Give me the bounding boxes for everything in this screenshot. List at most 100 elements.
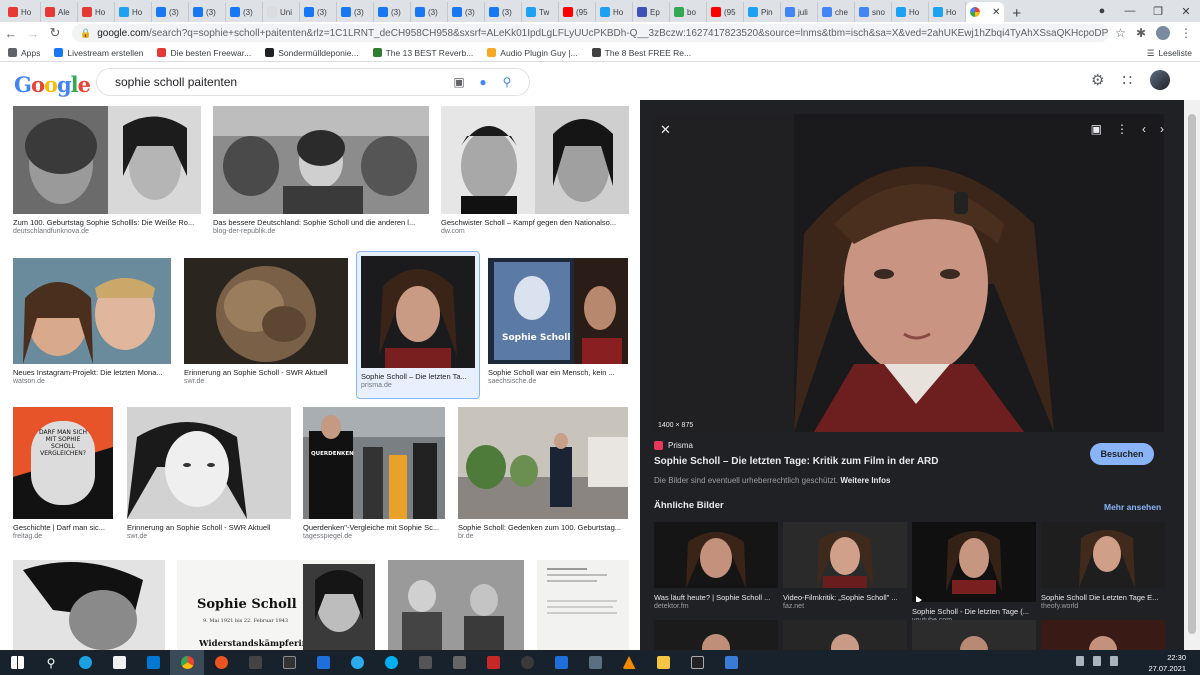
xbox-app-icon[interactable]: [510, 650, 544, 675]
bookmark-item[interactable]: The 13 BEST Reverb...: [372, 48, 473, 58]
windows-start-icon[interactable]: [0, 650, 34, 675]
tab-active[interactable]: ✕: [966, 2, 1005, 22]
inkscape-icon[interactable]: [238, 650, 272, 675]
tab-3[interactable]: Ho: [115, 2, 152, 22]
result-card[interactable]: Zum 100. Geburtstag Sophie Schollls: Die…: [13, 106, 201, 246]
live-app-icon[interactable]: [272, 650, 306, 675]
store-icon[interactable]: [102, 650, 136, 675]
skype-icon[interactable]: [374, 650, 408, 675]
result-card-selected[interactable]: Sophie Scholl – Die letzten Ta... prisma…: [356, 251, 480, 399]
window-app-icon[interactable]: [544, 650, 578, 675]
result-card[interactable]: Sophie Scholl 9. Mai 1921 bis 22. Februa…: [177, 560, 375, 650]
result-card[interactable]: Das bessere Deutschland: Sophie Scholl u…: [213, 106, 429, 246]
previous-image-icon[interactable]: ‹: [1142, 122, 1146, 136]
telegram-icon[interactable]: [340, 650, 374, 675]
result-card[interactable]: Neues Instagram-Projekt: Die letzten Mon…: [13, 258, 171, 398]
result-card[interactable]: Geschwister Scholl – Kampf gegen den Nat…: [441, 106, 629, 246]
account-avatar[interactable]: [1150, 70, 1170, 90]
result-card[interactable]: [13, 560, 165, 650]
tab-10[interactable]: (3): [374, 2, 411, 22]
result-card[interactable]: [388, 560, 524, 650]
tab-15[interactable]: (95: [559, 2, 596, 22]
notes-app-icon[interactable]: [578, 650, 612, 675]
result-card[interactable]: Sophie Scholl: Gedenken zum 100. Geburts…: [458, 407, 628, 547]
maximize-icon[interactable]: ❐: [1144, 5, 1172, 18]
bookmark-item[interactable]: Audio Plugin Guy |...: [487, 48, 578, 58]
more-info-link[interactable]: Weitere Infos: [840, 476, 890, 485]
tab-8[interactable]: (3): [300, 2, 337, 22]
camera-search-icon[interactable]: ▣: [447, 75, 471, 89]
more-options-icon[interactable]: ⋮: [1116, 122, 1128, 136]
bookmark-star-icon[interactable]: ☆: [1115, 26, 1126, 40]
tab-23[interactable]: sno: [855, 2, 892, 22]
similar-image-card[interactable]: [1041, 620, 1165, 650]
preview-title[interactable]: Sophie Scholl – Die letzten Tage: Kritik…: [654, 456, 938, 467]
profile-avatar[interactable]: [1156, 26, 1170, 40]
tab-9[interactable]: (3): [337, 2, 374, 22]
tab-22[interactable]: che: [818, 2, 855, 22]
settings-gear-icon[interactable]: ⚙: [1091, 71, 1104, 89]
similar-image-card[interactable]: [912, 620, 1036, 650]
tab-13[interactable]: (3): [485, 2, 522, 22]
visit-button[interactable]: Besuchen: [1090, 443, 1154, 465]
minimize-icon[interactable]: —: [1116, 5, 1144, 17]
media-app-icon[interactable]: [714, 650, 748, 675]
bookmark-item[interactable]: Sondermülldeponie...: [265, 48, 359, 58]
result-card[interactable]: Erinnerung an Sophie Scholl - SWR Aktuel…: [184, 258, 348, 398]
lock-icon[interactable]: 🔒: [80, 28, 91, 39]
video-editor-icon[interactable]: [306, 650, 340, 675]
tab-19[interactable]: (95: [707, 2, 744, 22]
stream-app-icon[interactable]: [476, 650, 510, 675]
similar-image-card[interactable]: Sophie Scholl - Die letzten Tage (... yo…: [912, 522, 1036, 624]
system-tray[interactable]: [1076, 656, 1118, 666]
bookmark-item[interactable]: Livestream erstellen: [54, 48, 143, 58]
taskbar-search-icon[interactable]: ⚲: [34, 650, 68, 675]
tab-7[interactable]: Uni: [263, 2, 300, 22]
mail-icon[interactable]: [136, 650, 170, 675]
tab-0[interactable]: Ho: [4, 2, 41, 22]
similar-image-card[interactable]: [654, 620, 778, 650]
search-icon[interactable]: ⚲: [495, 75, 519, 89]
search-box[interactable]: sophie scholl paitenten ▣ ● ⚲: [96, 68, 530, 96]
close-window-icon[interactable]: ✕: [1172, 5, 1200, 18]
keyboard-app-icon[interactable]: [408, 650, 442, 675]
reload-icon[interactable]: ↻: [44, 25, 66, 41]
tab-24[interactable]: Ho: [892, 2, 929, 22]
scrollbar-thumb[interactable]: [1188, 114, 1196, 634]
apps-grid-icon[interactable]: ∷: [1122, 71, 1132, 89]
result-card[interactable]: Erinnerung an Sophie Scholl - SWR Aktuel…: [127, 407, 291, 547]
vlc-icon[interactable]: [612, 650, 646, 675]
bookmark-item[interactable]: The 8 Best FREE Re...: [591, 48, 691, 58]
google-logo[interactable]: Google: [14, 72, 91, 97]
result-card[interactable]: [537, 560, 629, 650]
search-input[interactable]: sophie scholl paitenten: [115, 75, 447, 89]
similar-image-card[interactable]: Sophie Scholl Die Letzten Tage E... theo…: [1041, 522, 1165, 610]
forward-icon[interactable]: →: [22, 26, 44, 41]
close-preview-icon[interactable]: ✕: [660, 122, 671, 138]
microphone-icon[interactable]: ●: [471, 75, 495, 89]
tab-1[interactable]: Ale: [41, 2, 78, 22]
preview-image[interactable]: [654, 114, 1164, 432]
back-icon[interactable]: ←: [0, 26, 22, 41]
tab-11[interactable]: (3): [411, 2, 448, 22]
edge-icon[interactable]: [68, 650, 102, 675]
explorer-icon[interactable]: [646, 650, 680, 675]
preview-source[interactable]: Prisma: [654, 441, 693, 450]
page-scrollbar[interactable]: [1184, 100, 1200, 650]
tab-20[interactable]: Pin: [744, 2, 781, 22]
result-card[interactable]: Sophie Scholl Sophie Scholl war ein Mens…: [488, 258, 628, 398]
tab-16[interactable]: Ho: [596, 2, 633, 22]
result-card[interactable]: DARF MAN SICH MIT SOPHIE SCHOLL VERGLEIC…: [13, 407, 113, 547]
audio-app-icon[interactable]: [442, 650, 476, 675]
tab-2[interactable]: Ho: [78, 2, 115, 22]
extensions-icon[interactable]: ✱: [1136, 26, 1146, 40]
tab-14[interactable]: Tw: [522, 2, 559, 22]
similar-image-card[interactable]: Video-Filmkritik: „Sophie Scholl" ... fa…: [783, 522, 907, 610]
next-image-icon[interactable]: ›: [1160, 122, 1164, 136]
tab-21[interactable]: juli: [781, 2, 818, 22]
terminal-icon[interactable]: [680, 650, 714, 675]
result-card[interactable]: QUERDENKEN Querdenken"-Vergleiche mit So…: [303, 407, 445, 547]
taskbar-clock[interactable]: 22:30 27.07.2021: [1148, 652, 1186, 674]
see-more-link[interactable]: Mehr ansehen: [1104, 502, 1161, 512]
lens-search-icon[interactable]: ▣: [1091, 122, 1102, 136]
